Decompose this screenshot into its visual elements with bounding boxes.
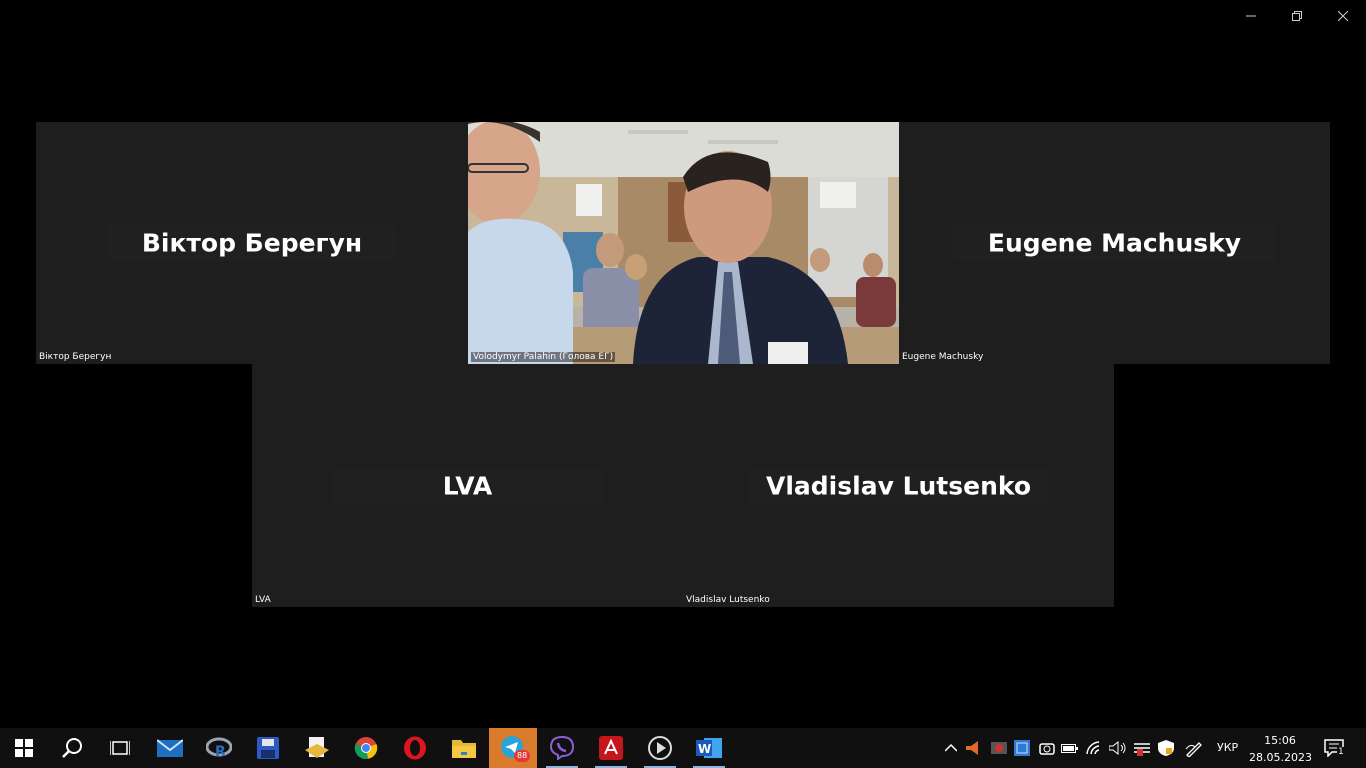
minimize-icon (1246, 15, 1256, 17)
wifi-icon (1086, 741, 1100, 755)
viber-icon (550, 736, 574, 760)
acrobat-app-button[interactable] (587, 728, 635, 768)
taskbar: R 88 W УКР 15:06 28.05.2023 1 (0, 728, 1366, 768)
participant-display-name: Віктор Берегун (105, 224, 399, 262)
participant-tile[interactable]: Eugene Machusky Eugene Machusky (899, 122, 1330, 364)
network-monitor-icon (1014, 740, 1030, 756)
word-icon: W (696, 738, 722, 758)
tray-app-button[interactable] (963, 738, 983, 758)
shield-icon (1158, 740, 1174, 756)
media-player-app-button[interactable] (636, 728, 684, 768)
file-explorer-icon (452, 740, 476, 758)
tray-app-button[interactable] (1132, 738, 1152, 758)
search-icon (62, 738, 82, 758)
close-button[interactable] (1320, 0, 1366, 32)
restore-icon (1292, 11, 1302, 21)
word-app-button[interactable]: W (685, 728, 733, 768)
volume-icon (1109, 741, 1126, 755)
telegram-app-button[interactable]: 88 (489, 728, 537, 768)
file-explorer-button[interactable] (440, 728, 488, 768)
participant-tile[interactable]: Vladislav Lutsenko Vladislav Lutsenko (683, 364, 1114, 607)
document-app-icon (305, 737, 329, 758)
participant-label: Eugene Machusky (902, 352, 984, 362)
notification-count: 1 (1337, 747, 1345, 757)
show-hidden-icons-button[interactable] (941, 738, 961, 758)
minimize-button[interactable] (1228, 0, 1274, 32)
close-icon (1338, 11, 1348, 21)
mail-icon (157, 739, 183, 757)
megaphone-icon (966, 741, 978, 755)
participant-display-name: Eugene Machusky (951, 224, 1278, 262)
clock[interactable]: 15:06 28.05.2023 (1249, 732, 1312, 766)
tray-app-button[interactable] (1037, 738, 1057, 758)
task-view-button[interactable] (96, 728, 144, 768)
tray-app-button[interactable] (1156, 738, 1176, 758)
participant-label: Віктор Берегун (39, 352, 112, 362)
chrome-icon (354, 737, 378, 760)
video-feed (468, 122, 899, 364)
viber-app-button[interactable] (538, 728, 586, 768)
svg-text:W: W (698, 742, 711, 756)
tray-app-button[interactable] (989, 738, 1009, 758)
start-icon (15, 739, 33, 757)
volume-button[interactable] (1108, 738, 1128, 758)
action-center-button[interactable]: 1 (1322, 736, 1350, 760)
participant-label: Vladislav Lutsenko (686, 595, 770, 605)
start-button[interactable] (0, 728, 48, 768)
participant-tile[interactable]: Віктор Берегун Віктор Берегун (36, 122, 468, 364)
participant-display-name: Vladislav Lutsenko (747, 467, 1050, 504)
acrobat-icon (599, 736, 623, 760)
participant-tile[interactable]: LVA LVA (252, 364, 683, 607)
document-app-button[interactable] (293, 728, 341, 768)
clock-date: 28.05.2023 (1249, 751, 1312, 764)
battery-icon (1061, 744, 1078, 753)
input-language-indicator[interactable]: УКР (1217, 741, 1238, 754)
participant-display-name: LVA (332, 467, 603, 504)
save-app-button[interactable] (244, 728, 292, 768)
save-disk-icon (257, 737, 279, 759)
pen-workspace-button[interactable] (1184, 738, 1204, 758)
battery-button[interactable] (1060, 738, 1080, 758)
clock-time: 15:06 (1264, 734, 1296, 747)
window-controls (1228, 0, 1366, 32)
chevron-up-icon (945, 744, 957, 752)
mail-app-button[interactable] (146, 728, 194, 768)
telegram-unread-badge: 88 (514, 750, 531, 762)
record-icon (991, 742, 1007, 754)
participant-video-tile[interactable]: Volodymyr Palahin (Голова ЕГ) (468, 122, 899, 364)
camera-icon (1039, 743, 1055, 755)
task-view-icon (110, 741, 130, 755)
wifi-button[interactable] (1085, 738, 1105, 758)
participant-label: LVA (255, 595, 271, 605)
participant-label: Volodymyr Palahin (Голова ЕГ) (471, 352, 616, 362)
media-player-icon (648, 736, 672, 760)
opera-app-button[interactable] (391, 728, 439, 768)
bluetooth-devices-icon (1134, 743, 1150, 756)
restore-button[interactable] (1274, 0, 1320, 32)
tray-app-button[interactable] (1012, 738, 1032, 758)
chrome-app-button[interactable] (342, 728, 390, 768)
r-studio-app-button[interactable]: R (195, 728, 243, 768)
opera-icon (404, 736, 426, 760)
svg-text:R: R (215, 744, 226, 759)
r-studio-icon: R (206, 737, 232, 759)
pen-icon (1185, 742, 1202, 757)
search-button[interactable] (48, 728, 96, 768)
